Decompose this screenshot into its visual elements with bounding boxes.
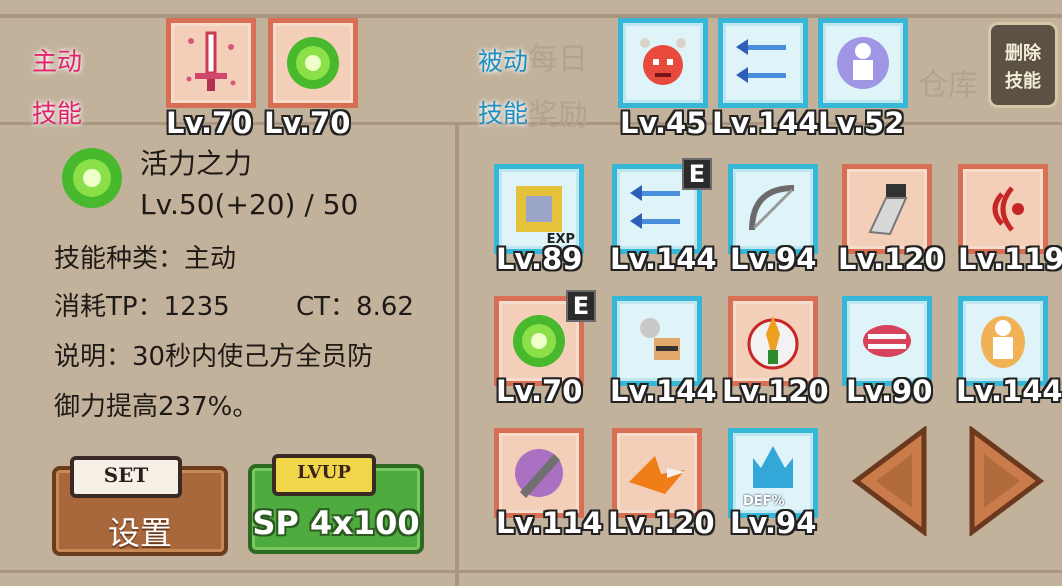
green-orb-icon xyxy=(287,37,339,89)
skill-cost: 消耗TP：1235 xyxy=(54,292,230,322)
inventory-slot-4-level: Lv.120 xyxy=(838,242,945,276)
inventory-slot-8-level: Lv.120 xyxy=(722,374,829,408)
delete-skill-line2: 技能 xyxy=(1005,71,1041,92)
skill-type: 技能种类：主动 xyxy=(54,244,237,274)
skill-ct: CT：8.62 xyxy=(296,292,414,322)
inventory-slot-3-level: Lv.94 xyxy=(730,242,817,276)
equipped-badge: E xyxy=(682,158,712,190)
passive-label-2: 技能 xyxy=(478,99,529,128)
active-label-1: 主动 xyxy=(32,47,83,76)
angry-face-icon xyxy=(640,38,686,85)
flame-warrior-icon xyxy=(747,316,799,370)
passive-slot-2-level: Lv.144 xyxy=(712,106,819,140)
inventory-slot-3[interactable] xyxy=(728,164,818,254)
inventory-slot-10[interactable] xyxy=(958,296,1048,386)
active-slot-2[interactable] xyxy=(268,18,358,108)
aura-figure-icon xyxy=(981,316,1025,368)
inventory-slot-9-level: Lv.90 xyxy=(846,374,933,408)
active-slot-2-level: Lv.70 xyxy=(264,106,351,140)
inventory-slot-1[interactable]: EXP xyxy=(494,164,584,254)
active-slot-1-level: Lv.70 xyxy=(166,106,253,140)
sound-wave-icon xyxy=(992,186,1024,232)
green-orb-icon xyxy=(62,148,122,208)
equipped-badge: E xyxy=(566,290,596,322)
inventory-slot-11[interactable] xyxy=(494,428,584,518)
bg-daily-text: 每日 xyxy=(528,42,588,77)
inventory-slot-12-level: Lv.120 xyxy=(608,506,715,540)
passive-slot-2[interactable] xyxy=(718,18,808,108)
inventory-slot-4[interactable] xyxy=(842,164,932,254)
fire-arrow-icon xyxy=(629,456,685,494)
lvup-cap: LVUP xyxy=(272,454,376,496)
bg-storage-text: 仓库 xyxy=(918,68,978,103)
set-button[interactable]: SET 设置 xyxy=(52,456,228,556)
exp-chip-icon xyxy=(516,186,562,232)
passive-slot-3-level: Lv.52 xyxy=(818,106,905,140)
delete-skill-button[interactable]: 删除 技能 xyxy=(988,22,1058,108)
bandit-icon xyxy=(640,318,680,360)
passive-slot-3[interactable] xyxy=(818,18,908,108)
purple-blade-icon xyxy=(515,449,563,498)
ghost-figure-icon xyxy=(837,37,889,89)
bg-reward-text: 奖励 xyxy=(528,98,588,133)
inventory-slot-11-level: Lv.114 xyxy=(496,506,603,540)
skill-desc-1: 说明：30秒内使己方全员防 xyxy=(54,342,374,372)
inventory-slot-2-level: Lv.144 xyxy=(610,242,717,276)
lvup-button[interactable]: LVUP SP 4x100 xyxy=(248,454,424,554)
inventory-slot-7-level: Lv.144 xyxy=(610,374,717,408)
gauntlet-icon xyxy=(868,184,908,236)
mouth-icon xyxy=(863,325,911,357)
active-slot-1[interactable] xyxy=(166,18,256,108)
passive-slot-1-level: Lv.45 xyxy=(620,106,707,140)
skill-desc-2: 御力提高237%。 xyxy=(54,392,259,422)
inventory-slot-8[interactable] xyxy=(728,296,818,386)
inventory-slot-7[interactable] xyxy=(612,296,702,386)
active-label-2: 技能 xyxy=(32,99,83,128)
inventory-slot-5[interactable] xyxy=(958,164,1048,254)
inventory-slot-10-level: Lv.144 xyxy=(956,374,1062,408)
skill-level: Lv.50(+20) / 50 xyxy=(140,188,359,221)
triple-arrow-icon xyxy=(630,185,680,229)
set-label: 设置 xyxy=(107,514,172,552)
inventory-slot-9[interactable] xyxy=(842,296,932,386)
bow-icon xyxy=(749,185,795,231)
inventory-slot-12[interactable] xyxy=(612,428,702,518)
triple-arrow-icon xyxy=(736,39,786,83)
set-cap: SET xyxy=(70,456,182,498)
next-page-arrow[interactable] xyxy=(966,426,1046,536)
passive-label-1: 被动 xyxy=(478,47,529,76)
passive-slot-1[interactable] xyxy=(618,18,708,108)
skill-name: 活力之力 xyxy=(140,147,253,180)
inventory-slot-6-level: Lv.70 xyxy=(496,374,583,408)
inventory-slot-1-level: Lv.89 xyxy=(496,242,583,276)
lvup-label: SP 4x100 xyxy=(252,504,420,542)
green-orb-icon xyxy=(513,315,565,367)
inventory-slot-5-level: Lv.119 xyxy=(958,242,1062,276)
prev-page-arrow[interactable] xyxy=(850,426,930,536)
sword-icon xyxy=(186,31,236,91)
delete-skill-line1: 删除 xyxy=(1005,43,1041,64)
skill-screen: 每日 奖励 仓库 主动 技能 被动 技能 Lv.70 Lv.70 Lv.45 L… xyxy=(0,0,1062,586)
inventory-slot-13[interactable]: DEF% xyxy=(728,428,818,518)
inventory-slot-13-level: Lv.94 xyxy=(730,506,817,540)
